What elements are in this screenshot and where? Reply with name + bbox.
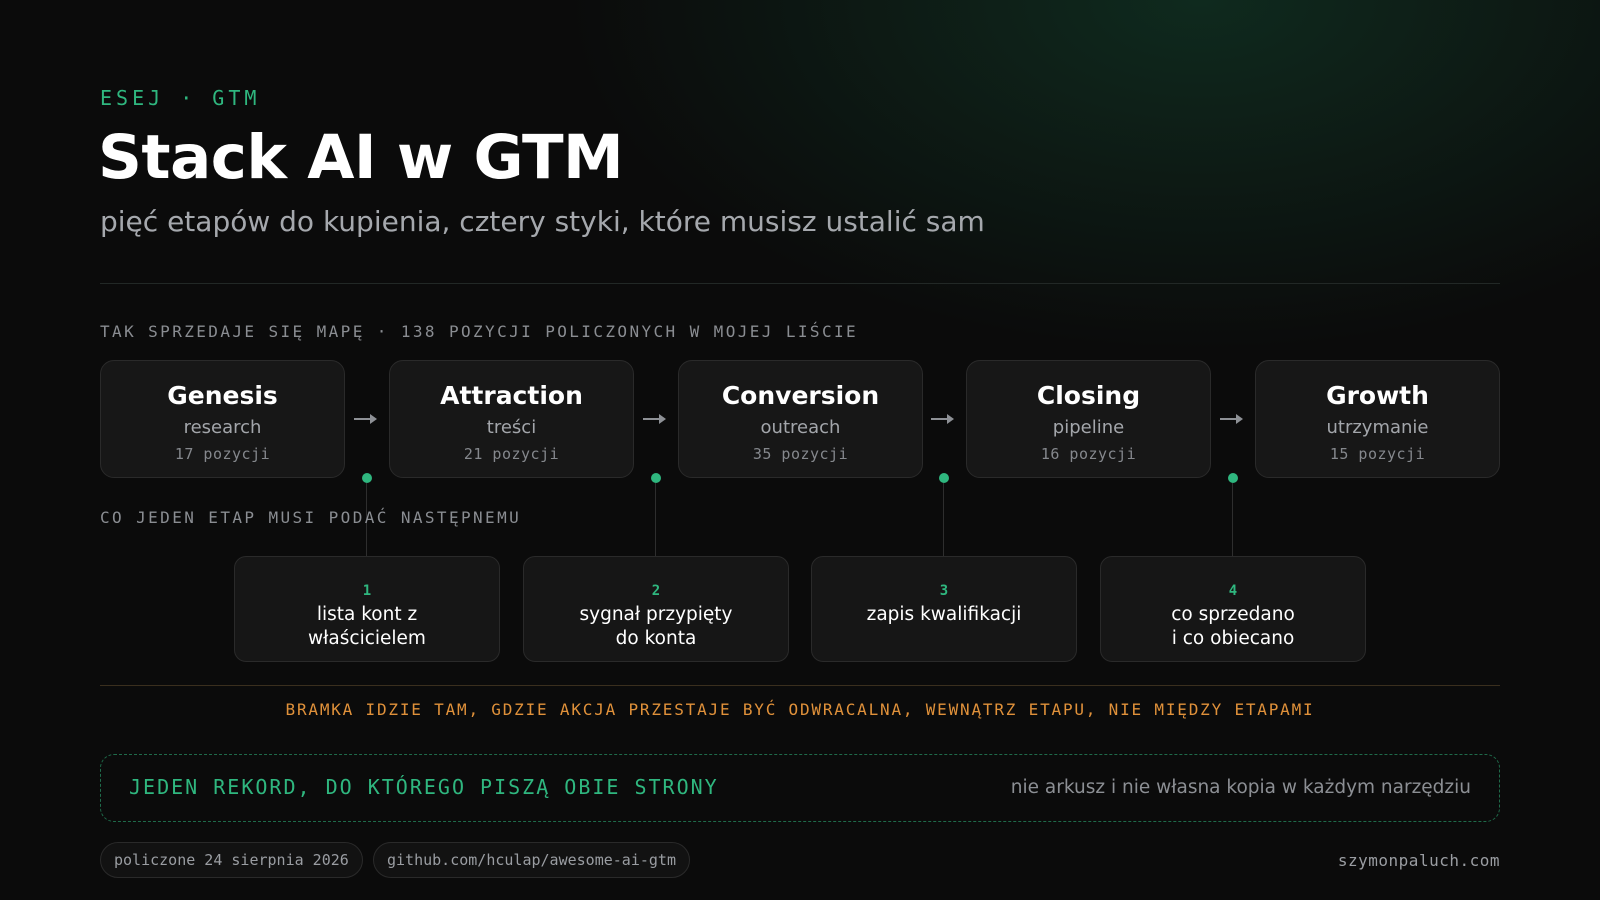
stage-card-attraction: Attraction treści 21 pozycji <box>389 360 634 478</box>
stage-name: Attraction <box>440 381 583 410</box>
stage-card-growth: Growth utrzymanie 15 pozycji <box>1255 360 1500 478</box>
stage-name: Genesis <box>167 381 278 410</box>
stage-card-genesis: Genesis research 17 pozycji <box>100 360 345 478</box>
date-pill: policzone 24 sierpnia 2026 <box>100 842 363 878</box>
page-title: Stack AI w GTM <box>98 122 624 193</box>
stage-count: 17 pozycji <box>174 445 271 463</box>
stage-sub: pipeline <box>1052 417 1125 438</box>
gate-note: BRAMKA IDZIE TAM, GDZIE AKCJA PRZESTAJE … <box>285 700 1315 719</box>
handoff-number: 4 <box>1228 583 1238 599</box>
arrow-right-icon <box>929 405 957 433</box>
arrow-right-icon <box>641 405 669 433</box>
stage-count: 15 pozycji <box>1329 445 1426 463</box>
stage-card-conversion: Conversion outreach 35 pozycji <box>678 360 923 478</box>
repo-link-pill[interactable]: github.com/hculap/awesome-ai-gtm <box>373 842 690 878</box>
page-subtitle: pięć etapów do kupienia, cztery styki, k… <box>100 205 985 238</box>
stage-count: 16 pozycji <box>1040 445 1137 463</box>
handoff-card-2: 2 sygnał przypięty do konta <box>523 556 789 662</box>
handoff-text: co sprzedano i co obiecano <box>1171 604 1295 649</box>
divider <box>100 283 1500 284</box>
record-title: JEDEN REKORD, DO KTÓREGO PISZĄ OBIE STRO… <box>129 775 719 799</box>
stage-sub: outreach <box>760 417 841 438</box>
kicker: ESEJ · GTM <box>100 86 261 110</box>
connector-dot <box>1228 473 1238 483</box>
stage-card-closing: Closing pipeline 16 pozycji <box>966 360 1211 478</box>
connector-dot <box>651 473 661 483</box>
divider-amber <box>100 685 1500 686</box>
handoff-text: lista kont z właścicielem <box>308 604 426 649</box>
handoff-card-4: 4 co sprzedano i co obiecano <box>1100 556 1366 662</box>
arrow-right-icon <box>352 405 380 433</box>
stage-count: 35 pozycji <box>752 445 849 463</box>
stages-section-label: TAK SPRZEDAJE SIĘ MAPĘ · 138 POZYCJI POL… <box>100 322 859 341</box>
stage-name: Growth <box>1326 381 1429 410</box>
stage-count: 21 pozycji <box>463 445 560 463</box>
site-link[interactable]: szymonpaluch.com <box>1338 851 1500 870</box>
record-note: nie arkusz i nie własna kopia w każdym n… <box>1010 777 1471 798</box>
handoff-text: zapis kwalifikacji <box>866 604 1022 625</box>
connector-dot <box>939 473 949 483</box>
single-record-box: JEDEN REKORD, DO KTÓREGO PISZĄ OBIE STRO… <box>100 754 1500 822</box>
handoff-card-1: 1 lista kont z właścicielem <box>234 556 500 662</box>
handoff-number: 3 <box>939 583 949 599</box>
connector-dot <box>362 473 372 483</box>
connector-line <box>1232 483 1233 556</box>
stage-sub: treści <box>486 417 537 438</box>
connector-line <box>655 483 656 556</box>
stage-sub: utrzymanie <box>1326 417 1429 438</box>
stage-name: Conversion <box>721 381 880 410</box>
arrow-right-icon <box>1218 405 1246 433</box>
handoff-number: 2 <box>651 583 661 599</box>
handoff-text: sygnał przypięty do konta <box>579 604 733 649</box>
handoffs-section-label: CO JEDEN ETAP MUSI PODAĆ NASTĘPNEMU <box>100 508 522 527</box>
stage-sub: research <box>183 417 262 438</box>
handoff-card-3: 3 zapis kwalifikacji <box>811 556 1077 662</box>
stage-name: Closing <box>1036 381 1141 410</box>
handoff-number: 1 <box>362 583 372 599</box>
connector-line <box>943 483 944 556</box>
